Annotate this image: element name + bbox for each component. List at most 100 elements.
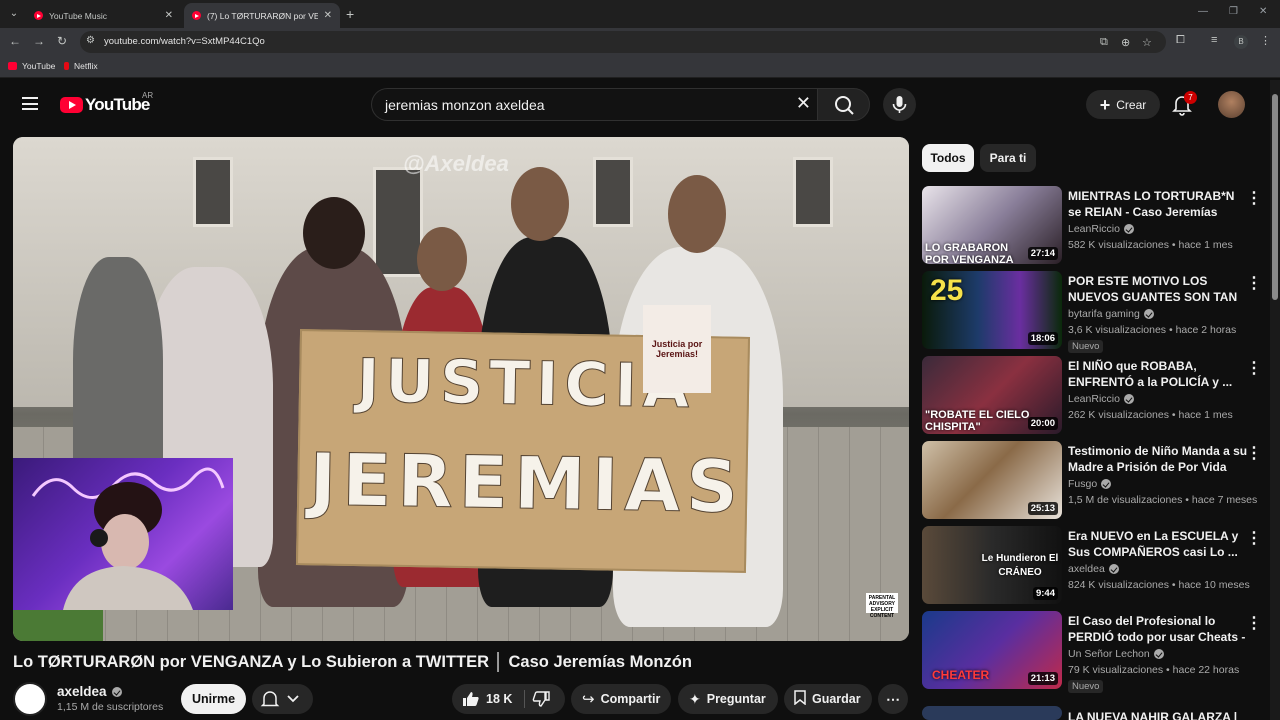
- more-actions-icon[interactable]: ⋯: [878, 684, 908, 714]
- recommendation-channel[interactable]: LeanRiccio: [1068, 223, 1134, 235]
- recommendation-title[interactable]: El Caso del Profesional lo PERDIÓ todo p…: [1068, 613, 1248, 645]
- browser-tab-strip: ⌄ YouTube Music ✕ (7) Lo TØRTURARØN por …: [0, 0, 1280, 28]
- video-thumbnail[interactable]: LO GRABARON POR VENGANZA 27:14: [922, 186, 1062, 264]
- menu-icon[interactable]: [22, 97, 38, 110]
- bookmarks-bar: YouTube Netflix: [0, 56, 1280, 78]
- scene-window: [593, 157, 633, 227]
- bookmark-star-icon[interactable]: ☆: [1142, 36, 1152, 49]
- close-tab-icon[interactable]: ✕: [324, 10, 332, 21]
- channel-name-link[interactable]: axeldea: [57, 684, 122, 699]
- tab-video[interactable]: (7) Lo TØRTURARØN por VENGANZA y Lo Subi…: [184, 3, 340, 28]
- chip-para-ti[interactable]: Para ti: [980, 144, 1036, 172]
- save-button[interactable]: Guardar: [784, 684, 872, 714]
- netflix-bookmark-icon: [64, 62, 69, 70]
- more-options-icon[interactable]: ⋮: [1246, 528, 1262, 548]
- scene-door: [373, 167, 423, 277]
- video-thumbnail[interactable]: 25:13: [922, 441, 1062, 519]
- recommendation-channel[interactable]: Fusgo: [1068, 478, 1112, 490]
- close-tab-icon[interactable]: ✕: [165, 10, 173, 21]
- save-label: Guardar: [812, 692, 861, 706]
- minimize-icon[interactable]: —: [1198, 6, 1208, 17]
- channel-name: bytarifa gaming: [1068, 308, 1140, 320]
- recommendation-item[interactable]: CHEATER 21:13 El Caso del Profesional lo…: [922, 611, 1270, 693]
- join-button[interactable]: Unirme: [181, 684, 246, 714]
- youtube-favicon-icon: [192, 11, 201, 20]
- search-button[interactable]: [817, 88, 870, 121]
- notifications-button[interactable]: 7: [1170, 91, 1197, 116]
- streamer-webcam-overlay: [13, 458, 233, 610]
- logo-text: YouTube: [85, 95, 150, 114]
- video-thumbnail[interactable]: Le Hundieron El CRÁNEO 9:44: [922, 526, 1062, 604]
- video-player[interactable]: JUSTICIA JEREMIAS Justicia por Jeremias!…: [13, 137, 909, 641]
- video-thumbnail[interactable]: "ROBATE EL CIELO CHISPITA" 20:00: [922, 356, 1062, 434]
- notification-settings-button[interactable]: [252, 684, 313, 714]
- more-options-icon[interactable]: ⋮: [1246, 358, 1262, 378]
- recommendation-channel[interactable]: bytarifa gaming: [1068, 308, 1154, 320]
- video-duration: 27:14: [1027, 247, 1058, 260]
- browser-profile-icon[interactable]: B: [1234, 35, 1248, 49]
- video-thumbnail[interactable]: CHEATER 21:13: [922, 611, 1062, 689]
- extensions-icon[interactable]: ⧠: [1176, 34, 1185, 47]
- browser-menu-icon[interactable]: ⋮: [1260, 34, 1271, 47]
- video-thumbnail[interactable]: [922, 706, 1062, 720]
- channel-avatar[interactable]: [13, 682, 47, 716]
- ask-button[interactable]: ✦ Preguntar: [678, 684, 778, 714]
- like-dislike-group: 18 K: [452, 684, 565, 714]
- tab-youtube-music[interactable]: YouTube Music ✕: [26, 3, 181, 28]
- recommendation-meta: 79 K visualizaciones • hace 22 horas: [1068, 664, 1240, 676]
- recommendation-item[interactable]: "ROBATE EL CIELO CHISPITA" 20:00 El NIÑO…: [922, 356, 1270, 436]
- recommendation-channel[interactable]: LeanRiccio: [1068, 393, 1134, 405]
- more-options-icon[interactable]: ⋮: [1246, 443, 1262, 463]
- recommendation-item[interactable]: 25 18:06 POR ESTE MOTIVO LOS NUEVOS GUAN…: [922, 271, 1270, 353]
- recommendation-item[interactable]: LA NUEVA NAHIR GALARZA |: [922, 706, 1270, 720]
- tab-search-icon[interactable]: ⌄: [6, 6, 22, 22]
- zoom-icon[interactable]: ⊕: [1121, 36, 1130, 49]
- recommendation-channel[interactable]: Un Señor Lechon: [1068, 648, 1164, 660]
- recommendation-meta: 262 K visualizaciones • hace 1 mes: [1068, 409, 1233, 421]
- recommendation-title[interactable]: POR ESTE MOTIVO LOS NUEVOS GUANTES SON T…: [1068, 273, 1248, 305]
- site-info-icon[interactable]: ⚙: [86, 35, 95, 46]
- maximize-icon[interactable]: ❐: [1229, 6, 1238, 17]
- address-bar[interactable]: ⚙ youtube.com/watch?v=SxtMP44C1Qo ⧉ ⊕ ☆: [80, 31, 1166, 53]
- chip-todos[interactable]: Todos: [922, 144, 974, 172]
- video-duration: 25:13: [1027, 502, 1058, 515]
- share-button[interactable]: ↪ Compartir: [571, 684, 671, 714]
- more-options-icon[interactable]: ⋮: [1246, 613, 1262, 633]
- like-button[interactable]: [462, 691, 480, 710]
- create-button[interactable]: + Crear: [1086, 90, 1160, 119]
- reload-icon[interactable]: ↻: [57, 34, 67, 48]
- recommendation-title[interactable]: Testimonio de Niño Manda a su Madre a Pr…: [1068, 443, 1248, 475]
- forward-icon[interactable]: →: [33, 34, 45, 48]
- media-controls-icon[interactable]: ≡: [1211, 34, 1217, 46]
- bookmark-netflix[interactable]: Netflix: [64, 61, 98, 71]
- dislike-button[interactable]: [532, 691, 550, 710]
- recommendation-item[interactable]: Le Hundieron El CRÁNEO 9:44 Era NUEVO en…: [922, 526, 1270, 606]
- page-scrollbar[interactable]: [1270, 80, 1280, 720]
- voice-search-button[interactable]: [883, 88, 916, 121]
- notification-badge: 7: [1184, 91, 1197, 104]
- bookmark-youtube[interactable]: YouTube: [8, 61, 55, 71]
- clear-search-icon[interactable]: ✕: [796, 93, 811, 114]
- recommendation-title[interactable]: Era NUEVO en La ESCUELA y Sus COMPAÑEROS…: [1068, 528, 1248, 560]
- account-avatar[interactable]: [1218, 91, 1245, 118]
- close-window-icon[interactable]: ✕: [1259, 6, 1267, 17]
- recommendation-title[interactable]: MIENTRAS LO TORTURAB*N se REIAN - Caso J…: [1068, 188, 1248, 220]
- new-tab-icon[interactable]: +: [346, 6, 354, 22]
- tab-title: YouTube Music: [49, 10, 107, 21]
- video-thumbnail[interactable]: 25 18:06: [922, 271, 1062, 349]
- back-icon[interactable]: ←: [9, 34, 21, 48]
- recommendation-title[interactable]: LA NUEVA NAHIR GALARZA |: [1068, 709, 1248, 720]
- webcam-scene: [31, 467, 225, 610]
- more-options-icon[interactable]: ⋮: [1246, 273, 1262, 293]
- recommendation-title[interactable]: El NIÑO que ROBABA, ENFRENTÓ a la POLICÍ…: [1068, 358, 1248, 390]
- cast-icon[interactable]: ⧉: [1100, 36, 1108, 49]
- more-options-icon[interactable]: ⋮: [1246, 188, 1262, 208]
- search-input[interactable]: jeremias monzon axeldea ✕: [371, 88, 817, 121]
- recommendation-channel[interactable]: axeldea: [1068, 563, 1119, 575]
- recommendation-item[interactable]: 25:13 Testimonio de Niño Manda a su Madr…: [922, 441, 1270, 521]
- youtube-logo[interactable]: YouTube AR: [60, 91, 153, 115]
- recommendation-item[interactable]: LO GRABARON POR VENGANZA 27:14 MIENTRAS …: [922, 186, 1270, 266]
- youtube-music-favicon-icon: [34, 11, 43, 20]
- channel-name: LeanRiccio: [1068, 223, 1120, 235]
- scrollbar-thumb[interactable]: [1272, 94, 1278, 300]
